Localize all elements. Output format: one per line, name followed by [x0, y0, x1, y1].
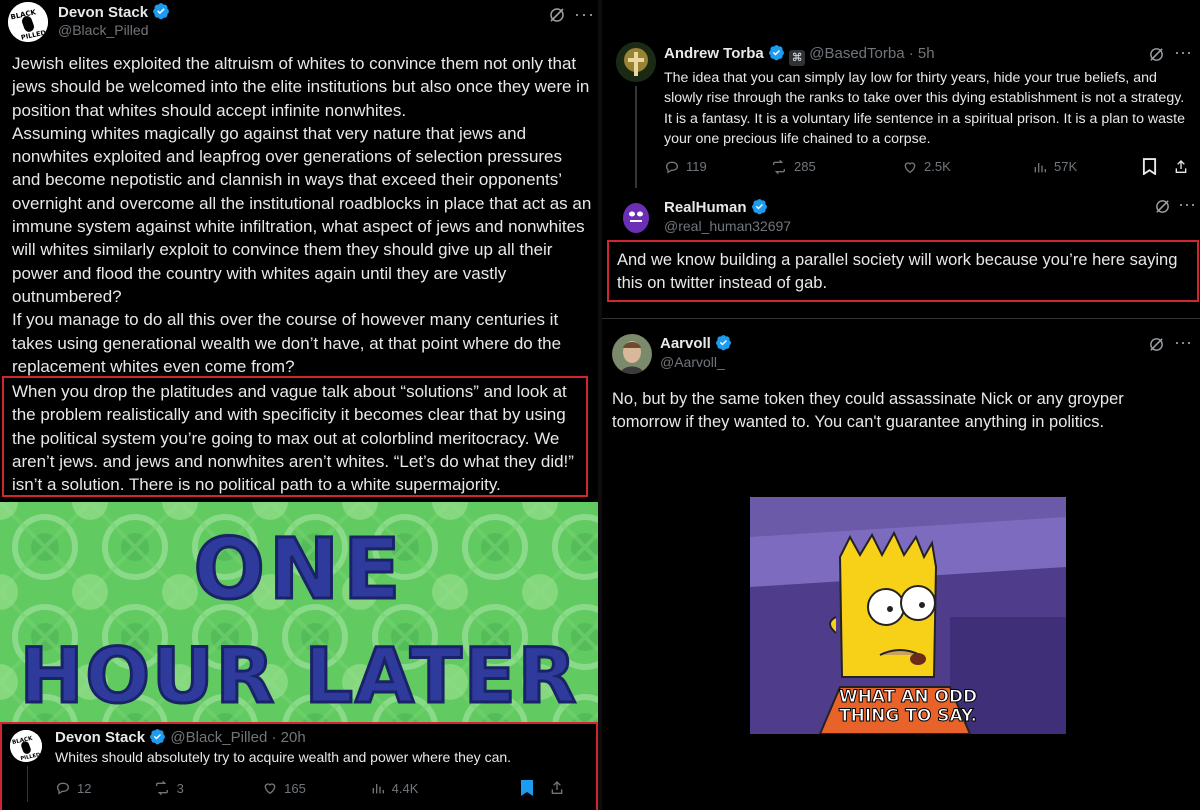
- one-hour-later-image: ONE HOUR LATER: [0, 502, 598, 724]
- left-screenshot-panel: BLACK PILLED Devon Stack @Black_Pilled ·…: [0, 0, 598, 810]
- highlighted-paragraph: When you drop the platitudes and vague t…: [12, 382, 574, 495]
- bart-simpson-image: WHAT AN ODD THING TO SAY.: [750, 497, 1066, 734]
- more-options-icon[interactable]: ···: [1174, 42, 1192, 63]
- bart-reaction-gif[interactable]: WHAT AN ODD THING TO SAY.: [750, 497, 1066, 734]
- aarvoll-avatar-image: [612, 334, 652, 374]
- post-paragraph-2: Assuming whites magically go against tha…: [12, 123, 592, 306]
- realhuman-name[interactable]: RealHuman: [664, 199, 747, 216]
- torba-name[interactable]: Andrew Torba: [664, 45, 764, 62]
- torba-text: The idea that you can simply lay low for…: [664, 70, 1185, 148]
- torba-avatar-image: [616, 42, 656, 82]
- aarvoll-name[interactable]: Aarvoll: [660, 335, 711, 352]
- gif-caption-line-2: THING TO SAY.: [839, 706, 977, 726]
- grok-icon[interactable]: [1148, 46, 1165, 68]
- separator-dot: ·: [908, 45, 914, 62]
- reply-button[interactable]: 119: [664, 159, 770, 175]
- thread-line: [635, 86, 637, 188]
- aarvoll-handle[interactable]: @Aarvoll_: [660, 354, 725, 370]
- aarvoll-header: Aarvoll: [660, 334, 732, 352]
- gif-caption-line-1: WHAT AN ODD: [839, 687, 977, 707]
- views-count: 57K: [1054, 159, 1078, 174]
- author-avatar[interactable]: BLACK PILLED: [8, 2, 48, 42]
- realhuman-handle[interactable]: @real_human32697: [664, 218, 791, 234]
- repost-button[interactable]: 285: [770, 159, 902, 175]
- meme-line-2: HOUR LATER: [20, 631, 579, 720]
- grok-icon[interactable]: [1148, 336, 1165, 358]
- grok-icon[interactable]: [548, 6, 566, 29]
- meme-card-graphic: ONE HOUR LATER: [0, 502, 598, 724]
- torba-action-bar: 119 285 2.5K 57K: [664, 158, 1194, 175]
- bookmark-button[interactable]: [1142, 158, 1157, 175]
- main-post-body: Jewish elites exploited the altruism of …: [12, 52, 592, 378]
- like-count: 2.5K: [924, 159, 951, 174]
- author-name[interactable]: Devon Stack: [58, 4, 148, 21]
- right-screenshot-panel: Andrew Torba ⌘ @BasedTorba · 5h ··· The …: [602, 0, 1200, 810]
- repost-count: 285: [794, 159, 816, 174]
- author-name-row: Devon Stack: [58, 2, 170, 21]
- bookmark-icon: [1142, 158, 1157, 175]
- share-button[interactable]: [1173, 159, 1189, 175]
- more-options-icon[interactable]: ···: [1174, 332, 1192, 353]
- like-button[interactable]: 2.5K: [902, 159, 1032, 175]
- torba-avatar[interactable]: [616, 42, 656, 82]
- grok-icon[interactable]: [1154, 198, 1171, 220]
- reply-count: 119: [686, 159, 707, 174]
- more-options-icon[interactable]: ···: [1178, 194, 1196, 215]
- aarvoll-avatar[interactable]: [612, 334, 652, 374]
- author-handle[interactable]: @Black_Pilled: [58, 22, 148, 38]
- verified-badge-icon: [716, 335, 731, 351]
- heart-icon: [904, 161, 916, 173]
- torba-time[interactable]: 5h: [918, 45, 935, 62]
- purple-mascot-avatar: [616, 194, 656, 234]
- black-pilled-logo-icon: BLACK PILLED: [8, 2, 48, 42]
- reply-highlight-box: [0, 722, 598, 810]
- views-chart-icon: [1034, 162, 1046, 172]
- realhuman-text: And we know building a parallel society …: [617, 251, 1178, 292]
- realhuman-header: RealHuman: [664, 198, 768, 216]
- views-button[interactable]: 57K: [1032, 159, 1142, 175]
- comment-icon: [666, 161, 678, 174]
- post-paragraph-3: If you manage to do all this over the co…: [12, 310, 562, 376]
- separator: [602, 318, 1200, 319]
- torba-handle[interactable]: @BasedTorba: [809, 45, 904, 62]
- realhuman-avatar[interactable]: [616, 194, 656, 234]
- verified-badge-icon: [751, 199, 767, 215]
- share-icon: [1175, 159, 1187, 173]
- post-paragraph-1: Jewish elites exploited the altruism of …: [12, 54, 590, 120]
- aarvoll-text: No, but by the same token they could ass…: [612, 390, 1124, 431]
- repost-icon: [773, 159, 785, 174]
- meme-line-1: ONE: [193, 520, 404, 618]
- affiliate-badge-icon: ⌘: [789, 50, 806, 66]
- more-options-icon[interactable]: ···: [574, 4, 595, 25]
- verified-badge-icon: [768, 45, 784, 61]
- verified-badge-icon: [153, 3, 170, 20]
- torba-header: Andrew Torba ⌘ @BasedTorba · 5h: [664, 44, 935, 66]
